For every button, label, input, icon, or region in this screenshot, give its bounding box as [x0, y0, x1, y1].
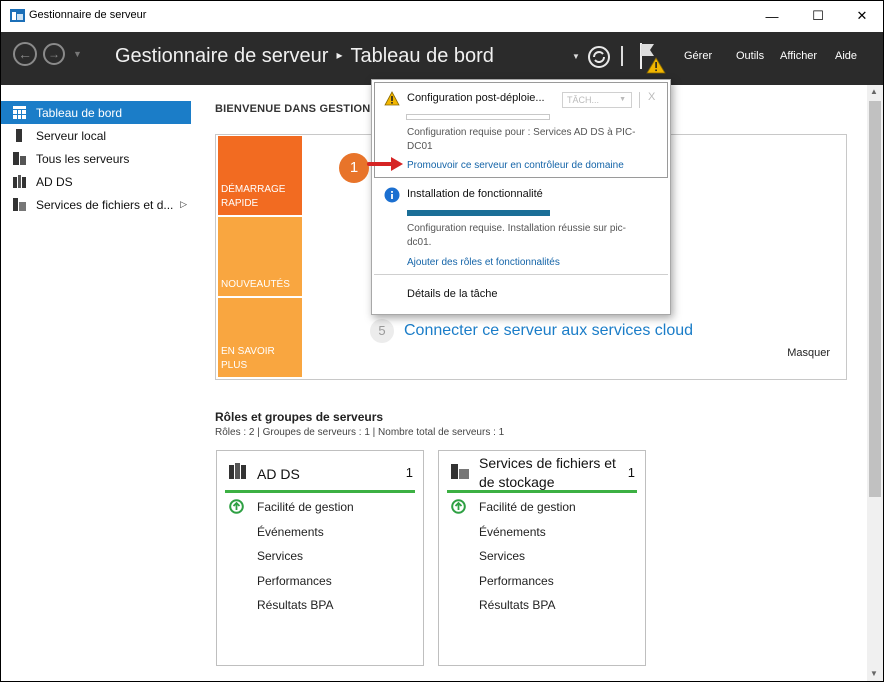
ad-ds-icon	[229, 463, 246, 479]
sidebar-item-file-services[interactable]: Services de fichiers et d... ▷	[1, 193, 191, 216]
tile-whats-new[interactable]: NOUVEAUTÉS	[218, 217, 302, 296]
server-manager-window: Gestionnaire de serveur — ☐ ✕ ← → ▼ Gest…	[1, 1, 883, 681]
sidebar-item-dashboard[interactable]: Tableau de bord	[1, 101, 191, 124]
maximize-button[interactable]: ☐	[795, 1, 841, 31]
refresh-icon[interactable]	[587, 45, 611, 69]
status-bar-green	[225, 490, 415, 493]
ad-ds-icon	[13, 175, 26, 188]
info-icon	[384, 187, 400, 203]
sidebar-item-label: Services de fichiers et d...	[36, 197, 174, 212]
divider	[639, 92, 640, 108]
warning-icon	[384, 91, 400, 106]
file-services-icon	[13, 198, 26, 211]
add-roles-link[interactable]: Ajouter des rôles et fonctionnalités	[407, 257, 560, 268]
breadcrumb-separator: ▸	[336, 48, 343, 62]
progress-bar	[407, 210, 550, 216]
role-card-title[interactable]: AD DS	[257, 465, 300, 484]
hide-welcome-link[interactable]: Masquer	[787, 347, 830, 359]
menu-view[interactable]: Afficher	[780, 50, 817, 62]
scrollbar-thumb[interactable]	[869, 101, 881, 497]
promote-dc-link[interactable]: Promouvoir ce serveur en contrôleur de d…	[407, 160, 624, 171]
history-dropdown-icon[interactable]: ▼	[73, 49, 82, 59]
step-label: Connecter ce serveur aux services cloud	[404, 322, 694, 339]
sidebar-item-local-server[interactable]: Serveur local	[1, 124, 191, 147]
scroll-down-icon[interactable]: ▼	[870, 669, 878, 678]
dashboard-icon	[13, 106, 26, 119]
roles-title: Rôles et groupes de serveurs	[215, 410, 384, 424]
minimize-button[interactable]: —	[749, 1, 795, 31]
sidebar-item-all-servers[interactable]: Tous les serveurs	[1, 147, 191, 170]
role-card-ad-ds[interactable]: AD DS 1 Facilité de gestion Événements S…	[216, 450, 424, 666]
back-arrow-icon[interactable]: ←	[13, 42, 37, 66]
task-details-link[interactable]: Détails de la tâche	[407, 288, 498, 300]
tile-learn-more[interactable]: EN SAVOIR PLUS	[218, 298, 302, 377]
roles-summary: Rôles : 2 | Groupes de serveurs : 1 | No…	[215, 427, 505, 438]
row-manageability[interactable]: Facilité de gestion	[257, 500, 354, 514]
header-divider	[621, 46, 623, 66]
notification-text: Configuration requise pour : Services AD…	[407, 127, 636, 152]
window-title: Gestionnaire de serveur	[29, 9, 147, 21]
servers-icon	[13, 152, 26, 165]
breadcrumb-page: Tableau de bord	[350, 45, 494, 67]
row-services[interactable]: Services	[479, 549, 525, 563]
server-manager-app-icon	[10, 9, 25, 22]
progress-bar-empty	[406, 114, 550, 120]
expand-arrow-icon[interactable]: ▷	[180, 199, 187, 210]
step-connect-cloud[interactable]: 5 Connecter ce serveur aux services clou…	[370, 319, 693, 343]
breadcrumb-app: Gestionnaire de serveur	[115, 45, 329, 67]
server-icon	[16, 129, 22, 142]
notification-flag-icon[interactable]	[638, 41, 668, 75]
close-button[interactable]: ✕	[839, 1, 883, 31]
header-bar: ← → ▼ Gestionnaire de serveur ▸ Tableau de…	[1, 32, 883, 85]
welcome-title: BIENVENUE DANS GESTION	[215, 103, 371, 115]
notification-panel: Configuration post-déploie... TÂCH... ▼ …	[371, 79, 671, 315]
row-performance[interactable]: Performances	[479, 574, 554, 588]
sidebar: Tableau de bord Serveur local Tous les s…	[1, 101, 191, 216]
breadcrumb-dropdown-icon[interactable]: ▼	[572, 52, 580, 61]
role-card-file-services[interactable]: Services de fichiers et de stockage 1 Fa…	[438, 450, 646, 666]
menu-tools[interactable]: Outils	[736, 50, 764, 62]
menu-manage[interactable]: Gérer	[684, 50, 712, 62]
sidebar-item-ad-ds[interactable]: AD DS	[1, 170, 191, 193]
status-ok-icon	[451, 499, 466, 514]
forward-arrow-icon[interactable]: →	[43, 43, 65, 65]
tile-quick-start[interactable]: DÉMARRAGE RAPIDE	[218, 136, 302, 215]
divider	[374, 274, 668, 275]
title-bar: Gestionnaire de serveur — ☐ ✕	[1, 1, 883, 31]
breadcrumb: Gestionnaire de serveur ▸ Tableau de bord	[115, 45, 494, 68]
sidebar-item-label: Serveur local	[36, 128, 107, 143]
role-card-count: 1	[627, 465, 635, 480]
task-dropdown[interactable]: TÂCH... ▼	[562, 92, 632, 108]
scroll-up-icon[interactable]: ▲	[870, 87, 878, 96]
status-ok-icon	[229, 499, 244, 514]
notification-text: Configuration requise. Installation réus…	[407, 223, 626, 248]
role-card-title[interactable]: Services de fichiers et de stockage	[479, 454, 619, 492]
notification-title: Installation de fonctionnalité	[407, 188, 543, 200]
file-services-icon	[451, 464, 469, 479]
row-manageability[interactable]: Facilité de gestion	[479, 500, 576, 514]
notification-title: Configuration post-déploie...	[407, 92, 545, 104]
row-bpa-results[interactable]: Résultats BPA	[257, 598, 333, 612]
sidebar-item-label: Tableau de bord	[36, 105, 123, 120]
step-callout-badge: 1	[339, 153, 369, 183]
step-number: 5	[370, 319, 394, 343]
sidebar-item-label: AD DS	[36, 174, 73, 189]
status-bar-green	[447, 490, 637, 493]
row-performance[interactable]: Performances	[257, 574, 332, 588]
task-dropdown-label: TÂCH...	[567, 95, 600, 105]
notification-close-button[interactable]: X	[648, 91, 655, 103]
row-events[interactable]: Événements	[257, 525, 324, 539]
role-card-count: 1	[405, 465, 413, 480]
menu-help[interactable]: Aide	[835, 50, 857, 62]
chevron-down-icon: ▼	[619, 96, 626, 103]
progress-fill	[407, 210, 550, 216]
row-bpa-results[interactable]: Résultats BPA	[479, 598, 555, 612]
callout-arrow-icon	[367, 157, 403, 171]
row-events[interactable]: Événements	[479, 525, 546, 539]
sidebar-item-label: Tous les serveurs	[36, 151, 130, 166]
row-services[interactable]: Services	[257, 549, 303, 563]
